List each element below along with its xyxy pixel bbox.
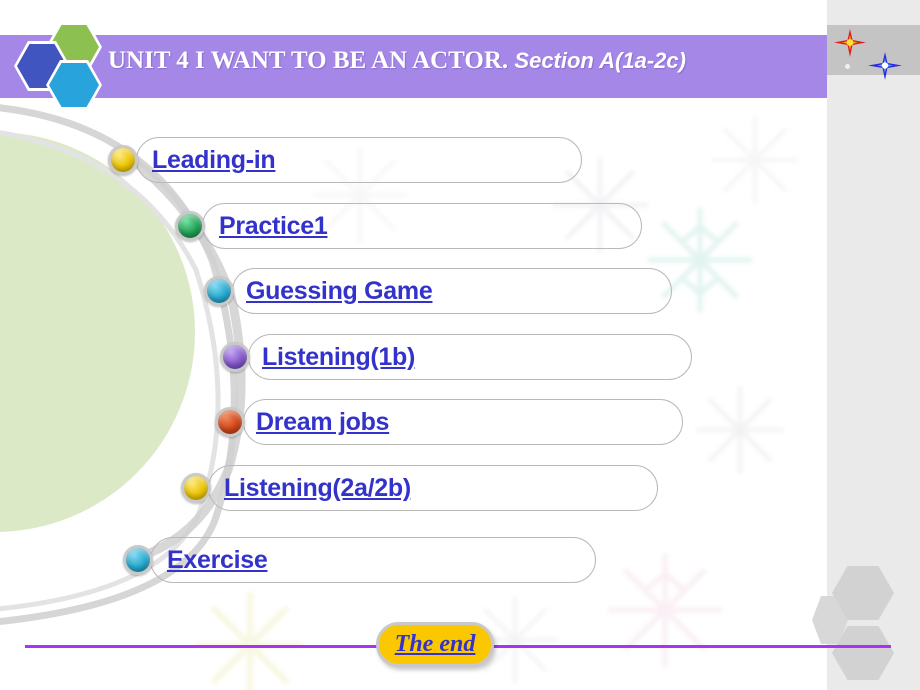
- title-sub-text: Section A(1a-2c): [514, 48, 686, 73]
- sparkle-red-star-icon: [832, 27, 868, 59]
- nav-label-listening-1b[interactable]: Listening(1b): [262, 343, 415, 372]
- nav-bullet-guessing-game[interactable]: [204, 276, 234, 306]
- nav-bullet-listening-2a-2b[interactable]: [181, 473, 211, 503]
- nav-bullet-dream-jobs[interactable]: [215, 407, 245, 437]
- the-end-label: The end: [394, 631, 476, 657]
- white-dot-decoration: [845, 64, 850, 69]
- sparkle-blue-star-icon: [866, 50, 904, 82]
- nav-bullet-exercise[interactable]: [123, 545, 153, 575]
- snowflake-watermark: [711, 116, 799, 204]
- nav-bullet-leading-in[interactable]: [108, 145, 138, 175]
- nav-label-dream-jobs[interactable]: Dream jobs: [256, 408, 389, 437]
- nav-label-practice1[interactable]: Practice1: [219, 212, 328, 241]
- nav-label-guessing-game[interactable]: Guessing Game: [246, 277, 433, 306]
- snowflake-watermark: [696, 386, 784, 474]
- nav-label-leading-in[interactable]: Leading-in: [152, 146, 276, 175]
- page-title: UNIT 4 I WANT TO BE AN ACTOR. Section A(…: [108, 47, 686, 75]
- snowflake-watermark: [607, 552, 723, 668]
- title-main-text: UNIT 4 I WANT TO BE AN ACTOR.: [108, 47, 509, 74]
- nav-bullet-practice1[interactable]: [175, 211, 205, 241]
- snowflake-watermark: [196, 591, 304, 690]
- slide-root: UNIT 4 I WANT TO BE AN ACTOR. Section A(…: [0, 0, 920, 690]
- nav-label-exercise[interactable]: Exercise: [167, 546, 268, 575]
- the-end-button[interactable]: The end: [376, 622, 494, 667]
- nav-bullet-listening-1b[interactable]: [220, 342, 250, 372]
- nav-label-listening-2a-2b[interactable]: Listening(2a/2b): [224, 474, 411, 503]
